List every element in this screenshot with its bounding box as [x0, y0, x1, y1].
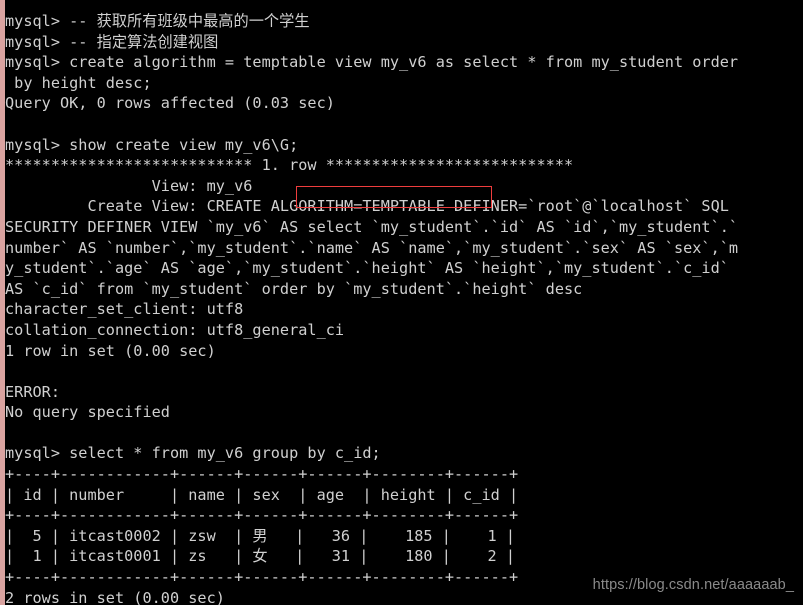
terminal-line: *************************** 1. row *****…	[5, 156, 574, 175]
terminal-line: Create View: CREATE ALGORITHM=TEMPTABLE …	[5, 197, 729, 216]
terminal-line: SECURITY DEFINER VIEW `my_v6` AS select …	[5, 217, 739, 236]
terminal-line: 1 row in set (0.00 sec)	[5, 341, 216, 360]
terminal-line: No query specified	[5, 403, 170, 422]
terminal-line: +----+------------+------+------+------+…	[5, 465, 519, 484]
terminal-line: character_set_client: utf8	[5, 300, 244, 319]
terminal-left-edge-marker	[0, 0, 5, 605]
terminal-line: mysql> -- 指定算法创建视图	[5, 32, 219, 51]
watermark-url: https://blog.csdn.net/aaaaaab_	[592, 577, 794, 593]
terminal-line: y_student`.`age` AS `age`,`my_student`.`…	[5, 259, 729, 278]
terminal-output-area[interactable]: mysql> -- 获取所有班级中最高的一个学生 mysql> -- 指定算法创建…	[5, 11, 803, 605]
terminal-line: View: my_v6	[5, 176, 253, 195]
mysql-terminal-window[interactable]: mysql> -- 获取所有班级中最高的一个学生 mysql> -- 指定算法创建…	[0, 0, 803, 605]
terminal-line: | 1 | itcast0001 | zs | 女 | 31 | 180 | 2…	[5, 547, 516, 566]
terminal-line: mysql> select * from my_v6 group by c_id…	[5, 444, 381, 463]
terminal-line: mysql> -- 获取所有班级中最高的一个学生	[5, 12, 310, 30]
terminal-line: ERROR:	[5, 382, 60, 401]
terminal-line: +----+------------+------+------+------+…	[5, 506, 519, 525]
terminal-line: mysql> show create view my_v6\G;	[5, 135, 299, 154]
terminal-line: Query OK, 0 rows affected (0.03 sec)	[5, 94, 335, 113]
terminal-line: | 5 | itcast0002 | zsw | 男 | 36 | 185 | …	[5, 526, 516, 545]
terminal-line: AS `c_id` from `my_student` order by `my…	[5, 279, 583, 298]
terminal-line: by height desc;	[5, 73, 152, 92]
terminal-line: collation_connection: utf8_general_ci	[5, 320, 345, 339]
terminal-line: number` AS `number`,`my_student`.`name` …	[5, 238, 739, 257]
terminal-line: | id | number | name | sex | age | heigh…	[5, 485, 519, 504]
terminal-line: mysql> create algorithm = temptable view…	[5, 53, 739, 72]
